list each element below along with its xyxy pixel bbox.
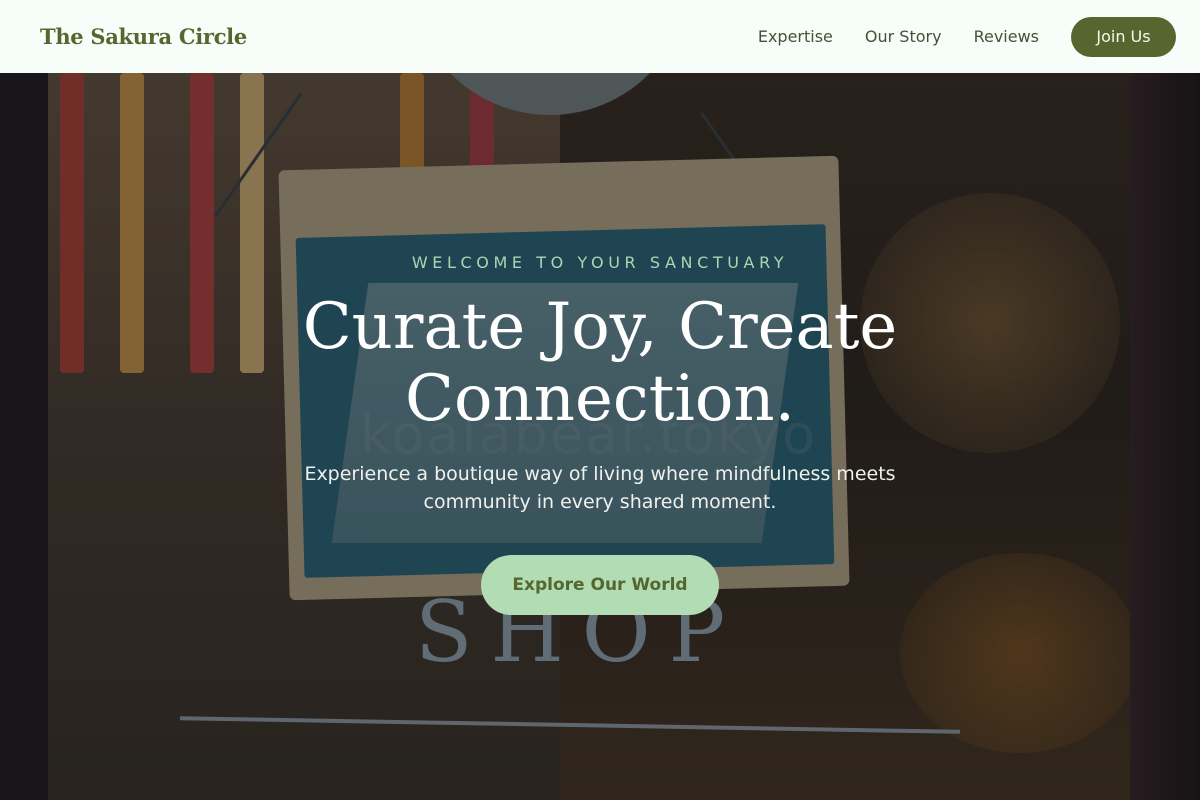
nav-link-reviews[interactable]: Reviews xyxy=(974,27,1039,46)
explore-our-world-button[interactable]: Explore Our World xyxy=(481,555,719,615)
brand-logo[interactable]: The Sakura Circle xyxy=(40,24,247,49)
join-us-button[interactable]: Join Us xyxy=(1071,16,1176,57)
hero-eyebrow: WELCOME TO YOUR SANCTUARY xyxy=(411,253,789,272)
nav-link-our-story[interactable]: Our Story xyxy=(865,27,942,46)
hero-headline: Curate Joy, Create Connection. xyxy=(302,290,898,436)
hero-subtitle: Experience a boutique way of living wher… xyxy=(304,463,896,513)
hero-content: WELCOME TO YOUR SANCTUARY Curate Joy, Cr… xyxy=(0,73,1200,800)
site-header: The Sakura Circle Expertise Our Story Re… xyxy=(0,0,1200,73)
nav-link-expertise[interactable]: Expertise xyxy=(758,27,833,46)
main-nav: Expertise Our Story Reviews Join Us xyxy=(758,16,1176,57)
